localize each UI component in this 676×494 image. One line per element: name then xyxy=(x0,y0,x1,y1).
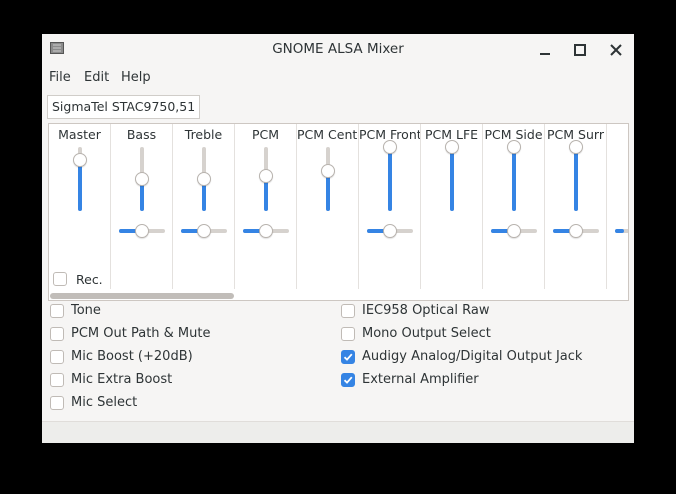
status-bar xyxy=(42,421,634,443)
maximize-icon xyxy=(574,44,586,56)
scrollbar-thumb[interactable] xyxy=(50,293,234,299)
channel-pcm-front: PCM Front xyxy=(359,124,421,289)
channel-strip-row: MasterBassTreblePCMPCM CenterPCM FrontPC… xyxy=(49,124,628,289)
checked-checkbox[interactable] xyxy=(341,350,355,364)
channel-pcm-surr: PCM Surr xyxy=(545,124,607,289)
tab-strip: SigmaTel STAC9750,51 xyxy=(42,91,634,123)
volume-slider-track[interactable] xyxy=(512,147,516,211)
volume-slider-track[interactable] xyxy=(450,147,454,211)
title-bar[interactable]: GNOME ALSA Mixer xyxy=(42,34,634,65)
checkbox[interactable] xyxy=(50,350,64,364)
tab-sound-card[interactable]: SigmaTel STAC9750,51 xyxy=(47,95,201,119)
volume-slider-knob[interactable] xyxy=(197,172,211,186)
channel-label: Master xyxy=(58,127,101,142)
menu-help[interactable]: Help xyxy=(121,65,151,91)
record-label: Rec. xyxy=(76,272,103,287)
volume-slider-knob[interactable] xyxy=(73,153,87,167)
channel-bass: Bass xyxy=(111,124,173,289)
channel-treble: Treble xyxy=(173,124,235,289)
volume-slider-knob[interactable] xyxy=(321,164,335,178)
volume-slider-knob[interactable] xyxy=(135,172,149,186)
volume-slider-fill xyxy=(450,147,454,211)
volume-slider-knob[interactable] xyxy=(259,169,273,183)
balance-slider-knob[interactable] xyxy=(135,224,149,238)
horizontal-scrollbar[interactable] xyxy=(48,289,629,301)
switch-label: PCM Out Path & Mute xyxy=(71,326,211,341)
channel-label: F xyxy=(607,127,628,142)
balance-slider-track[interactable] xyxy=(615,229,628,233)
switch-label: Audigy Analog/Digital Output Jack xyxy=(362,349,583,364)
balance-slider-knob[interactable] xyxy=(569,224,583,238)
switch-label: External Amplifier xyxy=(362,372,479,387)
checkbox[interactable] xyxy=(341,304,355,318)
checked-checkbox[interactable] xyxy=(341,373,355,387)
menu-file[interactable]: File xyxy=(49,65,71,91)
maximize-button[interactable] xyxy=(569,39,591,61)
volume-slider-track[interactable] xyxy=(326,147,330,211)
checkbox[interactable] xyxy=(50,327,64,341)
minimize-button[interactable] xyxy=(534,39,556,61)
switch-label: Mic Select xyxy=(71,395,138,410)
balance-slider-knob[interactable] xyxy=(383,224,397,238)
mixer-window: GNOME ALSA Mixer File Edit Help SigmaTel… xyxy=(42,34,634,443)
channel-pcm-side: PCM Side xyxy=(483,124,545,289)
mixer-channels-panel: MasterBassTreblePCMPCM CenterPCM FrontPC… xyxy=(48,123,629,289)
channel-pcm: PCM xyxy=(235,124,297,289)
checkbox[interactable] xyxy=(50,373,64,387)
switch-label: IEC958 Optical Raw xyxy=(362,303,490,318)
record-checkbox[interactable] xyxy=(53,272,67,286)
switch-label: Tone xyxy=(71,303,101,318)
volume-slider-fill xyxy=(388,147,392,211)
close-button[interactable] xyxy=(605,39,627,61)
channel-label: Treble xyxy=(184,127,223,142)
volume-slider-track[interactable] xyxy=(388,147,392,211)
close-icon xyxy=(610,44,622,56)
channel-label: Bass xyxy=(126,127,157,142)
checkbox[interactable] xyxy=(341,327,355,341)
volume-slider-knob[interactable] xyxy=(383,140,397,154)
menu-bar: File Edit Help xyxy=(42,65,634,91)
balance-slider-knob[interactable] xyxy=(197,224,211,238)
volume-slider-fill xyxy=(512,147,516,211)
minimize-icon xyxy=(540,53,550,55)
checkbox[interactable] xyxy=(50,396,64,410)
channel-label: PCM Center xyxy=(297,127,358,142)
volume-slider-knob[interactable] xyxy=(507,140,521,154)
balance-slider-knob[interactable] xyxy=(259,224,273,238)
volume-slider-fill xyxy=(574,147,578,211)
volume-slider-track[interactable] xyxy=(574,147,578,211)
channel-label: PCM xyxy=(251,127,280,142)
checkbox[interactable] xyxy=(50,304,64,318)
channel-pcm-lfe: PCM LFE xyxy=(421,124,483,289)
switch-label: Mic Boost (+20dB) xyxy=(71,349,193,364)
channel-master: Master xyxy=(49,124,111,289)
channel-pcm-center: PCM Center xyxy=(297,124,359,289)
volume-slider-knob[interactable] xyxy=(569,140,583,154)
switch-label: Mono Output Select xyxy=(362,326,491,341)
balance-slider-knob[interactable] xyxy=(507,224,521,238)
switches-panel: Tone PCM Out Path & Mute Mic Boost (+20dB)… xyxy=(42,301,634,421)
channel-f: F xyxy=(607,124,628,289)
balance-slider-fill xyxy=(615,229,624,233)
switch-label: Mic Extra Boost xyxy=(71,372,173,387)
volume-slider-knob[interactable] xyxy=(445,140,459,154)
menu-edit[interactable]: Edit xyxy=(84,65,109,91)
volume-slider-fill xyxy=(78,160,82,211)
